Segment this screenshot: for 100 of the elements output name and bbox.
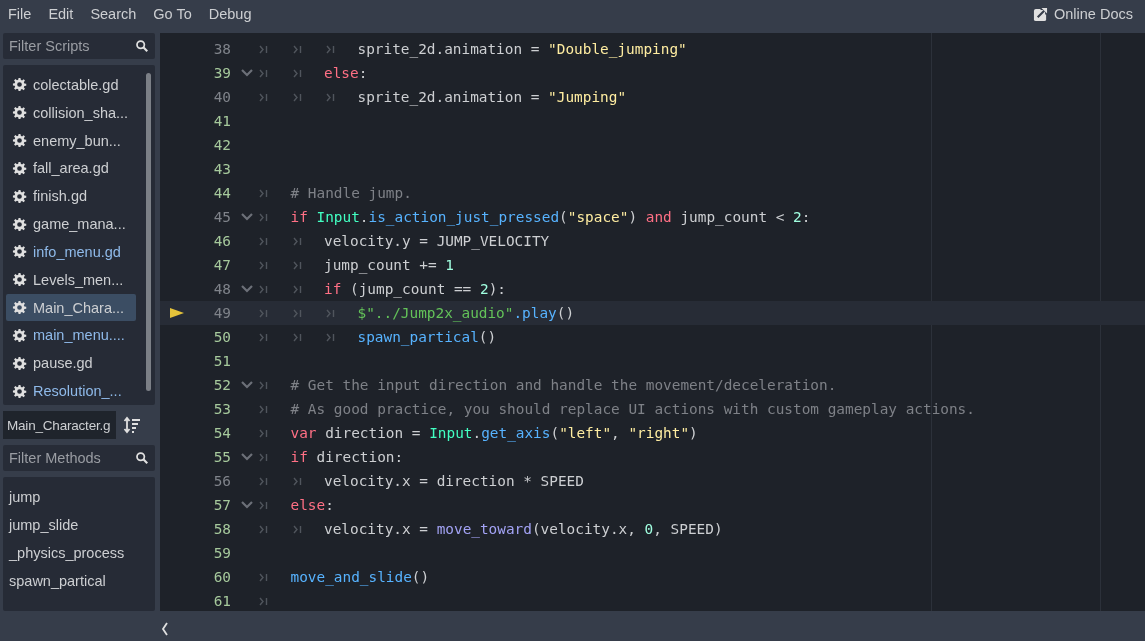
code-line: if (jump_count == 2): [324,281,506,297]
line-number: 40 [212,89,231,105]
gear-icon [12,160,27,176]
line-number: 41 [212,113,231,129]
code-line: move_and_slide() [290,569,430,585]
search-icon[interactable] [135,39,149,53]
method-item[interactable]: jump [3,483,155,511]
gear-icon [12,105,27,121]
tab-marker-icon [259,332,268,342]
menu-item[interactable]: File [8,6,41,22]
tab-marker-icon [292,332,302,342]
menu-item[interactable]: Search [90,6,146,22]
tab-marker-icon [326,44,335,54]
tab-marker-icon [259,428,268,438]
line-number: 43 [212,161,231,177]
line-number: 38 [212,41,231,57]
code-line: velocity.x = direction * SPEED [324,473,584,489]
tab-marker-icon [326,308,335,318]
tab-marker-icon [259,188,268,198]
tab-marker-icon [259,236,268,246]
line-number: 48 [212,281,231,297]
line-number: 54 [212,425,231,441]
line-number: 59 [212,545,231,561]
tab-marker-icon [259,572,268,582]
code-line: sprite_2d.animation = "Jumping" [357,89,627,105]
menu-item[interactable]: Edit [48,6,83,22]
tab-marker-icon [259,380,268,390]
filter-methods-box[interactable]: Filter Methods [3,445,155,471]
fold-chevron-icon[interactable] [241,453,253,461]
method-item[interactable]: _physics_process [3,539,155,567]
line-number: 53 [212,401,231,417]
gear-icon [12,300,27,316]
script-item[interactable]: Levels_men... [6,265,136,294]
script-item[interactable]: main_menu.... [6,321,136,350]
fold-chevron-icon[interactable] [241,501,253,509]
search-icon[interactable] [135,451,149,465]
scrollbar[interactable] [146,73,151,391]
code-line: spawn_partical() [357,329,497,345]
line-number: 47 [212,257,231,273]
filter-scripts-box[interactable]: Filter Scripts [3,33,155,59]
line-number: 51 [212,353,231,369]
fold-chevron-icon[interactable] [241,213,253,221]
tab-marker-icon [259,524,268,534]
sort-icon [123,416,141,434]
tab-marker-icon [259,260,268,270]
collapse-icon[interactable] [160,621,170,636]
gear-icon [12,216,27,232]
line-number: 58 [212,521,231,537]
code-line: velocity.x = move_toward(velocity.x, 0, SPEED) [324,521,723,537]
tab-marker-icon [259,500,268,510]
tab-marker-icon [259,92,268,102]
gear-icon [12,327,27,343]
script-item[interactable]: Main_Chara... [6,293,136,322]
fold-chevron-icon[interactable] [241,69,253,77]
tab-marker-icon [292,260,302,270]
gear-icon [12,355,27,371]
script-item[interactable]: enemy_bun... [6,126,136,155]
menu-item[interactable]: Debug [208,6,261,22]
script-item[interactable]: finish.gd [6,182,136,211]
menu-item[interactable]: Go To [153,6,201,22]
line-number: 56 [212,473,231,489]
line-number: 49 [212,305,231,321]
tab-marker-icon [259,452,268,462]
code-line: # As good practice, you should replace UI actions with custom gameplay actions. [290,401,975,417]
code-line: if Input.is_action_just_pressed("space") and jump_count < 2: [290,209,811,225]
gear-icon [12,383,27,399]
line-number: 45 [212,209,231,225]
gear-icon [12,133,27,149]
script-item[interactable]: fall_area.gd [6,154,136,183]
tab-marker-icon [259,44,268,54]
method-item[interactable]: jump_slide [3,511,155,539]
tab-marker-icon [292,92,302,102]
external-link-icon [1033,6,1048,22]
tab-marker-icon [292,68,302,78]
fold-chevron-icon[interactable] [241,285,253,293]
tab-marker-icon [259,284,268,294]
code-line: var direction = Input.get_axis("left", "right") [290,425,698,441]
code-line: sprite_2d.animation = "Double_jumping" [357,41,687,57]
tab-marker-icon [259,476,268,486]
script-item[interactable]: game_mana... [6,210,136,238]
tab-marker-icon [292,476,302,486]
code-editor[interactable] [160,33,1145,611]
method-item[interactable]: spawn_partical [3,567,155,595]
script-item[interactable]: info_menu.gd [6,237,136,266]
script-item[interactable]: pause.gd [6,349,136,378]
online-docs-link[interactable]: Online Docs [1029,4,1137,24]
script-item[interactable]: colectable.gd [6,71,136,99]
tab-marker-icon [292,236,302,246]
gear-icon [12,244,27,260]
line-number: 42 [212,137,231,153]
line-number: 52 [212,377,231,393]
line-number: 46 [212,233,231,249]
filter-methods-field[interactable]: Filter Methods [9,450,135,466]
fold-chevron-icon[interactable] [241,381,253,389]
filter-scripts-field[interactable]: Filter Scripts [9,38,135,54]
code-line: # Handle jump. [290,185,412,201]
script-item[interactable]: collision_sha... [6,98,136,127]
code-line: else: [324,65,368,81]
tab-marker-icon [259,212,268,222]
script-item[interactable]: Resolution_... [6,377,136,405]
